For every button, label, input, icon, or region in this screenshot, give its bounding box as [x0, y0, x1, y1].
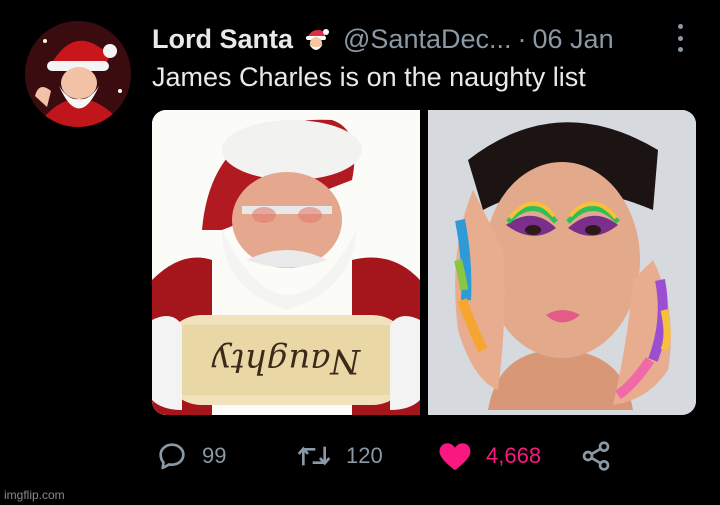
santa-avatar-image: [25, 21, 131, 127]
user-handle[interactable]: @SantaDec...: [343, 24, 512, 55]
tweet-actions: 99 120 4,668: [152, 438, 622, 474]
retweet-button[interactable]: 120: [296, 438, 383, 474]
rainbow-makeup-portrait-image[interactable]: [428, 110, 696, 415]
like-count: 4,668: [486, 443, 542, 468]
share-icon: [582, 441, 610, 471]
separator-dot: ·: [517, 23, 527, 54]
retweet-count: 120: [346, 443, 383, 468]
share-button[interactable]: [580, 438, 612, 474]
display-name[interactable]: Lord Santa: [152, 24, 293, 55]
tweet-media[interactable]: Naughty: [152, 110, 696, 415]
reply-count: 99: [202, 443, 227, 468]
watermark: imgflip.com: [4, 488, 65, 502]
tweet-header: Lord Santa @SantaDec... · 06 Jan: [152, 22, 614, 56]
more-options-icon[interactable]: [672, 24, 688, 52]
reply-button[interactable]: 99: [156, 438, 226, 474]
tweet-date[interactable]: 06 Jan: [533, 24, 614, 55]
santa-holding-scroll-image[interactable]: Naughty: [152, 110, 420, 415]
tweet-text: James Charles is on the naughty list: [152, 62, 586, 92]
retweet-icon: [297, 446, 331, 466]
scroll-naughty-text: Naughty: [211, 341, 361, 381]
like-button[interactable]: 4,668: [438, 438, 541, 474]
santa-face-icon: [306, 29, 330, 50]
reply-icon: [159, 443, 185, 470]
heart-icon: [439, 443, 471, 471]
avatar[interactable]: [25, 21, 131, 127]
